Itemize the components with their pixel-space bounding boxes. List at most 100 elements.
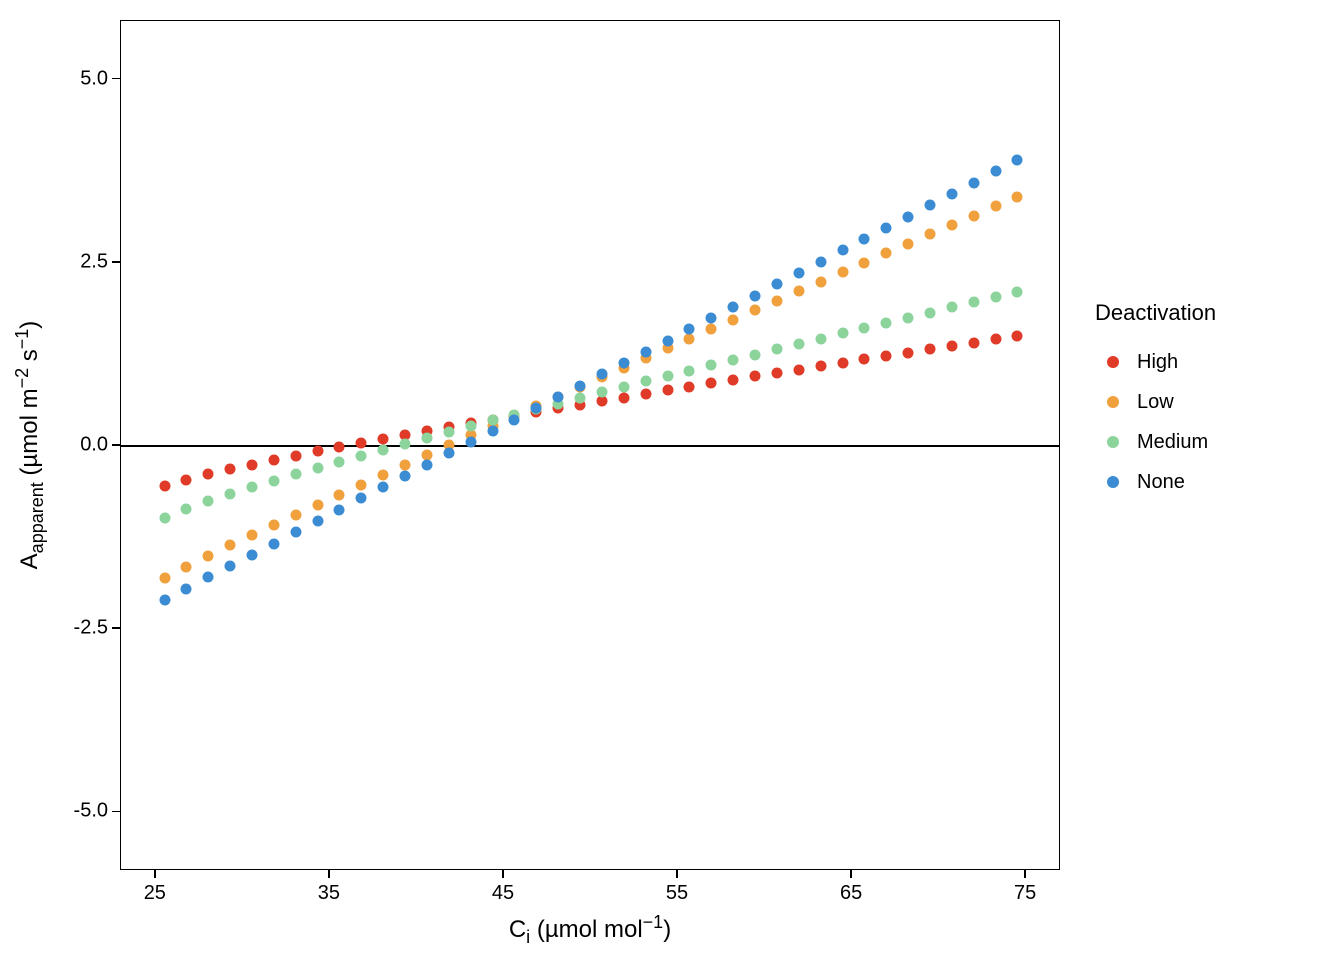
data-point (575, 380, 586, 391)
data-point (203, 496, 214, 507)
data-point (1012, 155, 1023, 166)
data-point (793, 364, 804, 375)
data-point (771, 279, 782, 290)
data-point (159, 481, 170, 492)
data-point (618, 381, 629, 392)
data-point (815, 361, 826, 372)
data-point (815, 276, 826, 287)
data-point (924, 344, 935, 355)
data-point (596, 369, 607, 380)
data-point (334, 504, 345, 515)
data-point (203, 550, 214, 561)
data-point (225, 561, 236, 572)
data-point (268, 538, 279, 549)
data-point (247, 459, 258, 470)
data-point (400, 459, 411, 470)
data-point (990, 334, 1001, 345)
data-point (575, 392, 586, 403)
data-point (968, 337, 979, 348)
data-point (312, 499, 323, 510)
x-tick-label: 35 (318, 882, 340, 905)
y-tick-mark (112, 627, 120, 629)
data-point (793, 267, 804, 278)
x-tick-label: 25 (144, 882, 166, 905)
data-point (421, 459, 432, 470)
data-point (640, 388, 651, 399)
x-tick-mark (676, 870, 678, 878)
y-tick-mark (112, 811, 120, 813)
x-tick-mark (850, 870, 852, 878)
data-point (662, 335, 673, 346)
data-point (356, 450, 367, 461)
data-point (378, 482, 389, 493)
data-point (596, 387, 607, 398)
data-point (924, 200, 935, 211)
data-point (181, 474, 192, 485)
data-point (837, 245, 848, 256)
data-point (771, 295, 782, 306)
plot-area (120, 20, 1060, 870)
data-point (159, 594, 170, 605)
y-axis-title: Aapparent (µmol m−2 s−1) (12, 20, 42, 870)
data-point (203, 469, 214, 480)
x-tick-mark (502, 870, 504, 878)
data-point (728, 301, 739, 312)
legend-item-high: High (1095, 342, 1325, 382)
data-point (1012, 287, 1023, 298)
data-point (728, 354, 739, 365)
data-point (247, 482, 258, 493)
y-tick-label: -2.5 (74, 617, 108, 640)
x-tick-mark (154, 870, 156, 878)
data-point (881, 350, 892, 361)
data-point (946, 220, 957, 231)
x-tick-mark (328, 870, 330, 878)
data-point (225, 540, 236, 551)
data-point (181, 503, 192, 514)
y-tick-label: -5.0 (74, 800, 108, 823)
y-tick-label: 5.0 (80, 67, 108, 90)
data-point (881, 248, 892, 259)
data-point (334, 456, 345, 467)
data-point (662, 385, 673, 396)
data-point (990, 166, 1001, 177)
data-point (465, 421, 476, 432)
legend: Deactivation High Low Medium None (1095, 300, 1325, 502)
data-point (356, 438, 367, 449)
data-point (793, 286, 804, 297)
data-point (706, 324, 717, 335)
legend-items: High Low Medium None (1095, 342, 1325, 502)
data-point (793, 338, 804, 349)
legend-label: None (1137, 471, 1185, 494)
data-point (268, 519, 279, 530)
legend-label: High (1137, 351, 1178, 374)
legend-label: Medium (1137, 431, 1208, 454)
data-point (859, 323, 870, 334)
legend-dot-icon (1107, 436, 1119, 448)
data-point (378, 469, 389, 480)
data-point (728, 314, 739, 325)
data-point (968, 177, 979, 188)
data-point (312, 463, 323, 474)
data-point (509, 414, 520, 425)
data-point (247, 530, 258, 541)
data-point (268, 475, 279, 486)
data-point (159, 512, 170, 523)
legend-item-low: Low (1095, 382, 1325, 422)
legend-dot-icon (1107, 356, 1119, 368)
data-point (356, 493, 367, 504)
data-point (750, 305, 761, 316)
data-point (553, 391, 564, 402)
data-point (443, 426, 454, 437)
data-point (990, 201, 1001, 212)
data-point (268, 455, 279, 466)
data-point (1012, 191, 1023, 202)
data-point (181, 561, 192, 572)
data-point (684, 324, 695, 335)
legend-title: Deactivation (1095, 300, 1325, 326)
data-point (881, 317, 892, 328)
data-point (903, 312, 914, 323)
data-point (225, 489, 236, 500)
data-point (290, 469, 301, 480)
data-point (421, 432, 432, 443)
data-point (706, 360, 717, 371)
